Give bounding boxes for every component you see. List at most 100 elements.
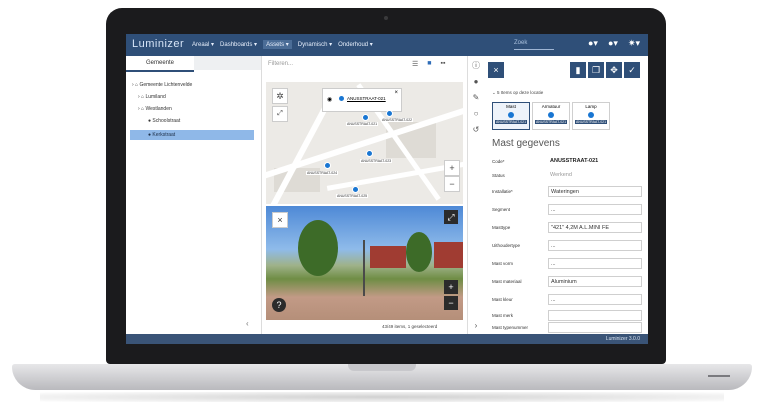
help-icon[interactable]: ●▾ bbox=[608, 38, 618, 49]
type-card-label: Armatuur bbox=[541, 104, 561, 109]
nav-areaal[interactable]: Areaal ▾ bbox=[192, 41, 214, 49]
settings-icon[interactable]: ✲ bbox=[272, 88, 288, 104]
split-view-icon[interactable]: ▪▪ bbox=[441, 60, 446, 68]
street-lamp-pole bbox=[363, 240, 365, 296]
base-notch bbox=[348, 364, 416, 371]
nav-dashboards[interactable]: Dashboards ▾ bbox=[220, 41, 257, 49]
app-logo[interactable]: Luminizer bbox=[132, 38, 184, 50]
nav-assets[interactable]: Assets ▾ bbox=[263, 40, 292, 49]
eye-icon[interactable]: ◉ bbox=[327, 96, 332, 103]
field-value: Werkend bbox=[550, 172, 572, 178]
pin-label: ANUSSTRAAT-024 bbox=[306, 171, 339, 175]
installatie-select[interactable]: Wateringen bbox=[548, 186, 642, 197]
type-card-label: Mast bbox=[506, 104, 516, 109]
save-button[interactable]: ✓ bbox=[624, 62, 640, 78]
mast-kleur-select[interactable]: ... bbox=[548, 294, 642, 305]
uithoudertype-select[interactable]: ... bbox=[548, 240, 642, 251]
gear-icon[interactable]: ✷▾ bbox=[628, 38, 640, 49]
map-view-icon[interactable]: ■ bbox=[427, 60, 431, 68]
expand-icon[interactable]: ⤢ bbox=[444, 210, 458, 224]
tree-item-schoolstraat[interactable]: ● Schoolstraat bbox=[148, 118, 180, 124]
nav-onderhoud[interactable]: Onderhoud ▾ bbox=[338, 41, 373, 49]
map-panel: Filteren... ☰ ■ ▪▪ ◉ ANUSSTRAAT-021 × AN… bbox=[262, 56, 467, 334]
zoom-in-button[interactable]: + bbox=[444, 160, 460, 176]
wrench-icon[interactable]: ✎ bbox=[472, 94, 480, 102]
map-pin[interactable] bbox=[324, 162, 331, 169]
tab-gemeente[interactable]: Gemeente bbox=[126, 56, 194, 72]
collapse-chevron-icon[interactable]: ‹ bbox=[246, 319, 249, 328]
popup-label[interactable]: ANUSSTRAAT-021 bbox=[347, 96, 386, 101]
copy-button[interactable]: ❐ bbox=[588, 62, 604, 78]
map-view[interactable]: ◉ ANUSSTRAAT-021 × ANUSSTRAAT-021 ANUSST… bbox=[266, 82, 463, 204]
zoom-out-button[interactable]: − bbox=[444, 296, 458, 310]
map-pin[interactable] bbox=[366, 150, 373, 157]
masttype-select[interactable]: "421" 4,2M A.L.MINI FE bbox=[548, 222, 642, 233]
map-pin[interactable] bbox=[386, 110, 393, 117]
type-card-value: ANUSSTRAAT-021 bbox=[535, 120, 567, 124]
zoom-in-button[interactable]: + bbox=[444, 280, 458, 294]
type-card-value: ANUSSTRAAT-021 bbox=[495, 120, 527, 124]
pin-outline-icon[interactable]: ○ bbox=[472, 110, 480, 118]
pin-icon bbox=[588, 112, 594, 118]
info-icon[interactable]: ⓘ bbox=[472, 62, 480, 70]
field-segment: Segment ... bbox=[492, 204, 642, 218]
detail-toolbar: × ▮ ❐ ✥ ✓ bbox=[484, 56, 648, 84]
top-icons: ●▾ ●▾ ✷▾ bbox=[588, 38, 640, 49]
mast-vorm-select[interactable]: ... bbox=[548, 258, 642, 269]
close-icon[interactable]: × bbox=[272, 212, 288, 228]
expand-chevron-icon[interactable]: › bbox=[472, 322, 480, 330]
field-label: Code* bbox=[492, 159, 505, 164]
mast-materiaal-select[interactable]: Aluminium bbox=[548, 276, 642, 287]
segment-select[interactable]: ... bbox=[548, 204, 642, 215]
move-button[interactable]: ✥ bbox=[606, 62, 622, 78]
sv-tree bbox=[406, 232, 432, 272]
help-icon[interactable]: ? bbox=[272, 298, 286, 312]
field-value: ANUSSTRAAT-021 bbox=[550, 158, 599, 164]
zoom-out-button[interactable]: − bbox=[444, 176, 460, 192]
mast-typenummer-input[interactable] bbox=[548, 322, 642, 333]
items-location-text[interactable]: ⌄ 5 Items op deze locatie bbox=[492, 90, 543, 96]
list-view-icon[interactable]: ☰ bbox=[412, 60, 418, 68]
account-icon[interactable]: ●▾ bbox=[588, 38, 598, 49]
delete-button[interactable]: ▮ bbox=[570, 62, 586, 78]
field-mast-kleur: Mast kleur ... bbox=[492, 294, 642, 308]
nav-dynamisch[interactable]: Dynamisch ▾ bbox=[298, 41, 332, 49]
tab-empty[interactable] bbox=[194, 56, 261, 70]
history-icon[interactable]: ↺ bbox=[472, 126, 480, 134]
mast-merk-input[interactable] bbox=[548, 310, 642, 321]
base-indicator bbox=[708, 375, 730, 377]
field-label: Installatie* bbox=[492, 189, 513, 194]
field-label: Status bbox=[492, 173, 505, 178]
pin-label: ANUSSTRAAT-023 bbox=[360, 159, 393, 163]
footer-bar: Luminizer 3.0.0 bbox=[126, 334, 648, 344]
tree-panel: Gemeente › ⌂ Gemeente Lichtenvelde › ⌂ L… bbox=[126, 56, 262, 334]
field-label: Mast merk bbox=[492, 313, 514, 318]
pin-label: ANUSSTRAAT-021 bbox=[346, 122, 379, 126]
type-card-lamp[interactable]: Lamp ANUSSTRAAT-021 bbox=[572, 102, 610, 130]
tree-item-gemeente[interactable]: › ⌂ Gemeente Lichtenvelde bbox=[132, 82, 192, 88]
type-card-mast[interactable]: Mast ANUSSTRAAT-021 bbox=[492, 102, 530, 130]
webcam bbox=[384, 16, 388, 20]
field-label: Masttype bbox=[492, 225, 511, 230]
filter-input[interactable]: Filteren... bbox=[268, 61, 388, 70]
tree-item-lumiland[interactable]: › ⌂ Lumiland bbox=[138, 94, 166, 100]
close-button[interactable]: × bbox=[488, 62, 504, 78]
items-count: 5 Items op deze locatie bbox=[497, 90, 544, 95]
map-popup[interactable]: ◉ ANUSSTRAAT-021 × bbox=[322, 88, 402, 112]
map-street bbox=[326, 158, 463, 191]
field-masttype: Masttype "421" 4,2M A.L.MINI FE bbox=[492, 222, 642, 236]
field-status: Status Werkend bbox=[492, 170, 642, 184]
search-input[interactable]: Zoek bbox=[514, 40, 554, 50]
type-card-armatuur[interactable]: Armatuur ANUSSTRAAT-021 bbox=[532, 102, 570, 130]
location-icon[interactable]: ● bbox=[472, 78, 480, 86]
field-label: Segment bbox=[492, 207, 511, 212]
fullscreen-icon[interactable]: ⤢ bbox=[272, 106, 288, 122]
tree-item-kerkstraat[interactable]: ● Kerkstraat bbox=[130, 130, 254, 140]
close-icon[interactable]: × bbox=[394, 90, 398, 96]
street-view[interactable]: × ⤢ + − ? bbox=[266, 206, 463, 320]
field-uithoudertype: Uithoudertype ... bbox=[492, 240, 642, 254]
tree-item-westlanden[interactable]: › ⌂ Westlanden bbox=[138, 106, 172, 112]
map-pin[interactable] bbox=[362, 114, 369, 121]
laptop-shadow bbox=[40, 392, 724, 402]
map-pin[interactable] bbox=[352, 186, 359, 193]
